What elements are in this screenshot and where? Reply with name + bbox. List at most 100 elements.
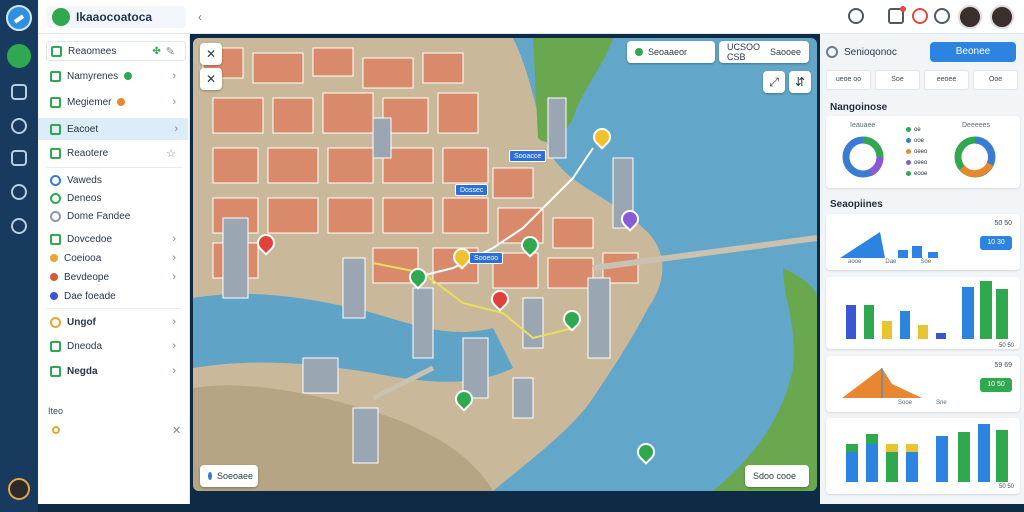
tab-4[interactable]: Ooe — [973, 70, 1018, 90]
chart-card[interactable]: 50 50 — [826, 418, 1020, 494]
bar — [846, 305, 856, 339]
edit-icon[interactable]: ✎ — [166, 45, 175, 58]
user-search-icon[interactable] — [11, 218, 27, 234]
bar — [866, 434, 878, 444]
logo-icon[interactable] — [6, 5, 32, 31]
list-item[interactable]: Bevdeope › — [46, 267, 186, 287]
chevron-right-icon[interactable]: › — [172, 340, 176, 352]
chevron-right-icon[interactable]: › — [172, 96, 176, 108]
chevron-right-icon[interactable]: › — [172, 252, 176, 264]
list-item[interactable]: Reaotere ☆ — [46, 143, 186, 163]
bar — [996, 289, 1008, 339]
card-values: 50 50 — [994, 220, 1012, 227]
star-icon[interactable]: ✕ — [172, 424, 181, 437]
app-brand[interactable]: Ikaaocoatoca — [46, 6, 186, 28]
list-item[interactable]: Dae foeade — [46, 286, 186, 306]
park-area — [713, 268, 817, 491]
map-scale[interactable]: Sdoo cooe — [745, 465, 809, 487]
bar — [866, 444, 878, 482]
street-label[interactable]: Sooeoo — [469, 252, 504, 264]
list-item-label: Megiemer — [67, 96, 112, 108]
list-item[interactable]: Deneos — [46, 188, 186, 208]
card-values: 59 69 — [994, 362, 1012, 369]
list-item[interactable]: Namyrenes › — [46, 66, 186, 86]
profile-icon[interactable] — [8, 478, 30, 500]
value-pill[interactable]: 10 30 — [980, 236, 1012, 250]
chart-card[interactable]: 50 50 — [826, 277, 1020, 349]
fullscreen-icon[interactable]: ⤢ — [763, 71, 785, 93]
avatar-secondary[interactable] — [990, 5, 1014, 29]
tab-1[interactable]: ueoe oo — [826, 70, 871, 90]
list-item[interactable]: Dneoda › — [46, 336, 186, 356]
list-item-label: Dovcedoe — [67, 233, 113, 245]
chevron-right-icon[interactable]: › — [174, 123, 178, 135]
street-label[interactable]: Sooacce — [509, 150, 547, 162]
chevron-right-icon[interactable]: › — [172, 271, 176, 283]
ring-icon — [50, 174, 61, 186]
primary-button[interactable]: Beonee — [930, 42, 1016, 62]
donut-card[interactable]: Ieauaee Deeeees oe ooe oeeo oeeo eooe — [826, 116, 1020, 188]
list-item[interactable]: Ungof › — [46, 312, 186, 332]
dot-icon — [50, 273, 58, 281]
tab-3[interactable]: eeoee — [924, 70, 969, 90]
donut-chart — [954, 136, 996, 178]
list-item-label: Coeiooa — [64, 252, 102, 264]
bar — [978, 424, 990, 482]
map-canvas[interactable] — [193, 38, 817, 491]
legend-item: ooe — [906, 135, 946, 146]
search-icon[interactable] — [934, 8, 950, 24]
list-item[interactable]: Reaomees ✤ ✎ — [46, 41, 186, 61]
clock-icon[interactable] — [11, 118, 27, 134]
list-item[interactable]: Dome Fandee — [46, 206, 186, 226]
tab-2[interactable]: Soe — [875, 70, 920, 90]
cursor-icon[interactable]: ✕ — [200, 68, 222, 90]
star-icon[interactable]: ☆ — [166, 147, 176, 160]
avatar[interactable] — [958, 5, 982, 29]
square-icon — [51, 45, 62, 57]
chart-card[interactable]: 59 69 10 50 Sooe Sne — [826, 356, 1020, 412]
list-item[interactable]: Coeiooa › — [46, 248, 186, 268]
shield-icon[interactable] — [848, 8, 864, 24]
chart-card[interactable]: 50 50 10 30 aooe Dae Soe — [826, 214, 1020, 270]
chevron-right-icon[interactable]: › — [172, 233, 176, 245]
map-chip[interactable]: UCSOO CSB Saooee — [719, 41, 809, 63]
legend-label: ooe — [914, 137, 925, 144]
plant-icon[interactable] — [7, 44, 31, 68]
map-chip[interactable]: Seoaaeor — [627, 41, 715, 63]
square-icon — [50, 340, 61, 352]
alert-icon[interactable] — [912, 8, 928, 24]
chevron-right-icon[interactable]: › — [172, 365, 176, 377]
top-bar: Ikaaocoatoca ‹ — [38, 0, 1024, 34]
list-item[interactable]: Eacoet › — [38, 118, 188, 140]
bar — [962, 287, 974, 339]
chevron-right-icon[interactable]: › — [172, 70, 176, 82]
divider — [46, 308, 182, 309]
legend-item: oe — [906, 124, 946, 135]
list-item[interactable]: Dovcedoe › — [46, 229, 186, 249]
map-view[interactable]: Seoaaeor UCSOO CSB Saooee ✕ ✕ ⤢ ⇵ Sooacc… — [193, 38, 817, 491]
home-icon[interactable] — [11, 84, 27, 100]
chevron-right-icon[interactable]: › — [172, 316, 176, 328]
value-pill[interactable]: 10 50 — [980, 378, 1012, 392]
refresh-icon[interactable] — [826, 46, 838, 58]
bar — [906, 444, 918, 452]
leaf-icon[interactable] — [52, 426, 60, 434]
square-icon — [50, 96, 61, 108]
list-item[interactable]: Negda › — [46, 361, 186, 381]
dot-icon — [50, 292, 58, 300]
image-icon[interactable] — [11, 150, 27, 166]
collapse-icon[interactable]: ‹ — [198, 10, 202, 24]
section-title: Nangoinose — [830, 102, 888, 113]
square-icon — [50, 365, 61, 377]
ring-icon — [50, 192, 61, 204]
axis-labels: aooe Dae Soe — [848, 259, 931, 265]
list-item[interactable]: Vaweds — [46, 170, 186, 190]
chat-icon[interactable] — [11, 184, 27, 200]
sort-icon[interactable]: ⇵ — [789, 71, 811, 93]
map-layer-toggle[interactable]: Soeoaee — [200, 465, 258, 487]
brand-logo-icon — [52, 8, 70, 26]
street-label[interactable]: Dossec — [455, 184, 489, 196]
close-icon[interactable]: ✕ — [200, 43, 222, 65]
list-item[interactable]: Megiemer › — [46, 92, 186, 112]
list-item-label: Dneoda — [67, 340, 103, 352]
